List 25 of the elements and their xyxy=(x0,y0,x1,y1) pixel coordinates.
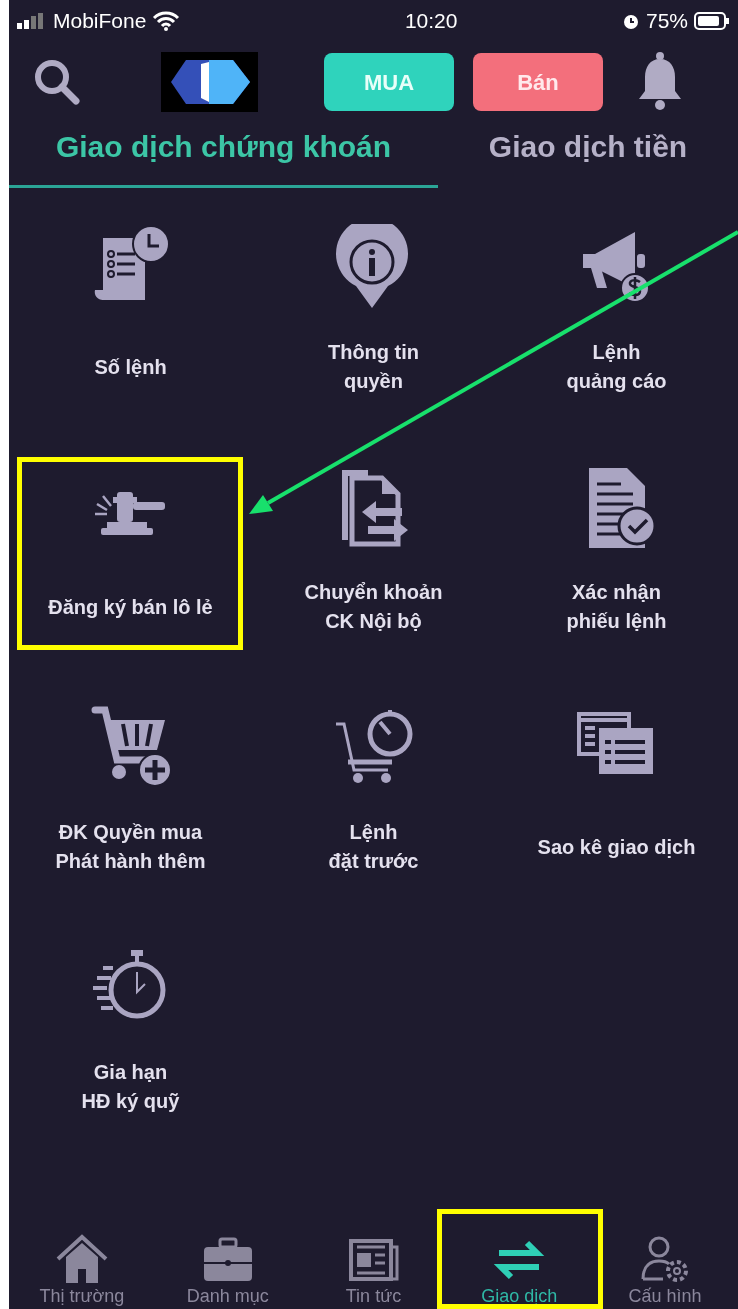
alarm-icon xyxy=(621,12,640,30)
menu-item-label[interactable]: Thông tin quyền xyxy=(327,338,420,396)
battery-icon xyxy=(694,12,730,30)
bell-icon[interactable] xyxy=(637,51,683,113)
nav-tab[interactable]: Giao dịch xyxy=(446,1209,593,1309)
nav-tab[interactable]: Thị trường xyxy=(9,1209,155,1309)
nav-tab[interactable]: Cấu hình xyxy=(592,1209,738,1309)
tab[interactable]: Giao dịch tiền xyxy=(438,122,738,188)
menu-item-label[interactable]: Xác nhận phiếu lệnh xyxy=(566,578,667,636)
menu-item-label[interactable]: Chuyển khoản CK Nội bộ xyxy=(304,578,443,636)
menu-item-label[interactable]: Lệnh quảng cáo xyxy=(566,338,667,396)
battery-level: 75% xyxy=(645,8,688,35)
logo-icon xyxy=(161,52,258,112)
menu-item-label[interactable]: Số lệnh xyxy=(94,352,167,382)
menu-item-label[interactable]: ĐK Quyền mua Phát hành thêm xyxy=(55,818,206,876)
clock-time: 10:20 xyxy=(404,8,458,35)
nav-tab[interactable]: Tin tức xyxy=(300,1209,447,1309)
nav-tab[interactable]: Danh mục xyxy=(154,1209,301,1309)
wifi-icon xyxy=(152,11,181,31)
carrier-name: MobiFone xyxy=(53,8,147,35)
menu-item-label[interactable]: Đăng ký bán lô lẻ xyxy=(48,592,213,622)
menu-item-label[interactable]: Gia hạn HĐ ký quỹ xyxy=(81,1058,180,1116)
menu-item-label[interactable]: Sao kê giao dịch xyxy=(537,832,696,862)
tab[interactable]: Giao dịch chứng khoán xyxy=(9,122,438,188)
menu-item-label[interactable]: Lệnh đặt trước xyxy=(328,818,419,876)
